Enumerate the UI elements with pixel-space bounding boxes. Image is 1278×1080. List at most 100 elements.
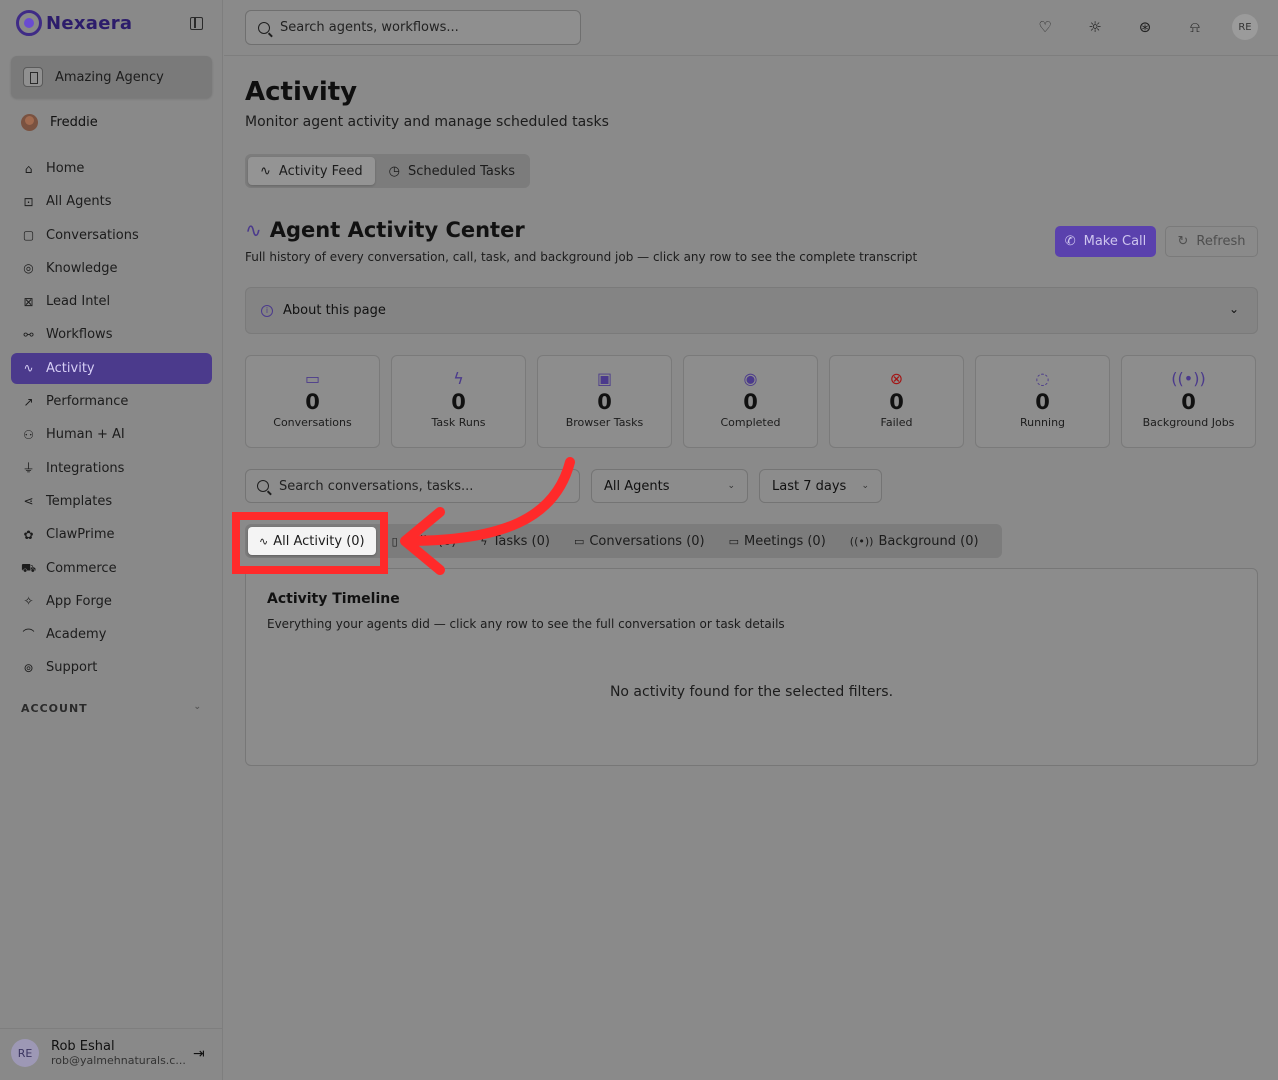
sidebar-item-human-ai[interactable]: ⚇ Human + AI	[11, 419, 212, 450]
tab-tasks[interactable]: ϟ Tasks (0)	[472, 527, 558, 555]
check-circle-icon: ◉	[743, 369, 758, 388]
sidebar-item-label: Workflows	[46, 327, 113, 343]
tab-icon: ▭	[573, 534, 585, 548]
sidebar-item-knowledge[interactable]: ◎ Knowledge	[11, 253, 212, 284]
sidebar-item-label: Support	[46, 660, 98, 676]
stat-card-background-jobs[interactable]: ((•)) 0 Background Jobs	[1121, 355, 1256, 448]
stat-value: 0	[597, 390, 612, 414]
section-subtitle: Full history of every conversation, call…	[245, 250, 918, 264]
sidebar-item-label: Commerce	[46, 560, 117, 576]
sidebar-item-label: Conversations	[46, 227, 139, 243]
timeline-title: Activity Timeline	[267, 591, 400, 607]
plug-icon: ⏚	[22, 461, 35, 476]
tab-conversations[interactable]: ▭ Conversations (0)	[566, 527, 713, 555]
sidebar-item-label: Performance	[46, 394, 129, 410]
date-range-value: Last 7 days	[772, 478, 847, 494]
trend-icon: ↗	[23, 394, 34, 409]
user-avatar	[21, 114, 38, 131]
stat-card-browser-tasks[interactable]: ▣ 0 Browser Tasks	[537, 355, 672, 448]
sidebar-item-label: All Agents	[46, 194, 112, 210]
graduation-icon: ⌒	[22, 627, 35, 642]
sidebar-item-label: App Forge	[46, 593, 112, 609]
about-page-accordion[interactable]: i About this page ⌄	[245, 287, 1258, 334]
logo-mark-icon	[16, 10, 42, 36]
stat-card-task-runs[interactable]: ϟ 0 Task Runs	[391, 355, 526, 448]
agent-filter-select[interactable]: All Agents ⌄	[591, 469, 748, 503]
page-subtitle: Monitor agent activity and manage schedu…	[245, 114, 609, 130]
bell-icon[interactable]: ⍾	[1182, 14, 1208, 40]
sidebar: Nexaera Amazing Agency Freddie ⌂ Home ⊡ All…	[0, 0, 223, 1080]
stat-card-running[interactable]: ◌ 0 Running	[975, 355, 1110, 448]
sidebar-footer-user[interactable]: RE Rob Eshal rob@yalmehnaturals.c... ⇥	[11, 1039, 211, 1067]
sun-icon[interactable]: ☼	[1082, 14, 1108, 40]
chevron-down-icon: ⌄	[1228, 302, 1239, 316]
stat-card-failed[interactable]: ⊗ 0 Failed	[829, 355, 964, 448]
lifebuoy-icon[interactable]: ⊛	[1132, 14, 1158, 40]
bot-icon: ⊡	[23, 194, 34, 209]
heart-icon[interactable]: ♡	[1032, 14, 1058, 40]
logout-icon[interactable]: ⇥	[193, 1046, 205, 1062]
sidebar-item-templates[interactable]: ⋖ Templates	[11, 486, 212, 517]
tab-scheduled-tasks-label: Scheduled Tasks	[408, 163, 515, 179]
tab-label: Meetings (0)	[744, 533, 826, 549]
sidebar-item-workflows[interactable]: ⚯ Workflows	[11, 319, 212, 350]
sidebar-item-support[interactable]: ⊚ Support	[11, 652, 212, 683]
activity-search-input[interactable]: Search conversations, tasks...	[245, 469, 580, 503]
stat-value: 0	[451, 390, 466, 414]
account-section-toggle[interactable]: ACCOUNT ⌄	[21, 702, 202, 715]
tab-scheduled-tasks[interactable]: ◷ Scheduled Tasks	[377, 157, 527, 185]
phone-icon: ✆	[1064, 234, 1076, 249]
page-title: Activity	[245, 77, 358, 107]
tab-background[interactable]: ((•)) Background (0)	[842, 527, 987, 555]
sidebar-item-home[interactable]: ⌂ Home	[11, 153, 212, 184]
cart-icon: ⛟	[20, 561, 37, 576]
stat-card-completed[interactable]: ◉ 0 Completed	[683, 355, 818, 448]
sidebar-item-label: Knowledge	[46, 260, 118, 276]
sidebar-item-conversations[interactable]: ▢ Conversations	[11, 220, 212, 251]
search-icon	[258, 21, 270, 34]
user-avatar-menu[interactable]: RE	[1232, 14, 1258, 40]
sidebar-item-lead-intel[interactable]: ⊠ Lead Intel	[11, 286, 212, 317]
sidebar-nav: ⌂ Home ⊡ All Agents ▢ Conversations ◎ Knowledge…	[11, 153, 212, 686]
make-call-button[interactable]: ✆ Make Call	[1055, 226, 1156, 257]
sidebar-item-integrations[interactable]: ⏚ Integrations	[11, 453, 212, 484]
sidebar-item-commerce[interactable]: ⛟ Commerce	[11, 553, 212, 584]
global-search-placeholder: Search agents, workflows...	[280, 20, 459, 35]
stat-card-conversations[interactable]: ▭ 0 Conversations	[245, 355, 380, 448]
refresh-button[interactable]: ↻ Refresh	[1165, 226, 1258, 257]
tab-label: Conversations (0)	[589, 533, 705, 549]
date-range-select[interactable]: Last 7 days ⌄	[759, 469, 882, 503]
section-title-text: Agent Activity Center	[269, 218, 525, 242]
building-icon	[23, 67, 43, 87]
tab-icon: ϟ	[480, 534, 488, 548]
sidebar-item-label: Academy	[46, 627, 107, 643]
clawprime-icon: ✿	[23, 527, 34, 542]
tab-meetings[interactable]: ▭ Meetings (0)	[721, 527, 834, 555]
sidebar-item-academy[interactable]: ⌒ Academy	[11, 619, 212, 650]
sidebar-item-label: Templates	[46, 493, 113, 509]
sidebar-collapse-icon[interactable]	[190, 17, 203, 30]
stat-label: Background Jobs	[1142, 416, 1235, 429]
current-user[interactable]: Freddie	[21, 114, 98, 131]
tab-activity-feed[interactable]: ∿ Activity Feed	[248, 157, 375, 185]
chevron-down-icon: ⌄	[193, 702, 202, 712]
activity-pulse-icon: ∿	[245, 218, 262, 242]
org-switcher[interactable]: Amazing Agency	[11, 56, 212, 98]
global-search-input[interactable]: Search agents, workflows...	[245, 10, 581, 45]
footer-user-email: rob@yalmehnaturals.c...	[51, 1054, 186, 1067]
sidebar-item-activity[interactable]: ∿ Activity	[11, 352, 212, 384]
sidebar-item-app-forge[interactable]: ✧ App Forge	[11, 586, 212, 617]
logo-text: Nexaera	[46, 12, 133, 34]
activity-icon: ∿	[23, 361, 34, 376]
app-logo[interactable]: Nexaera	[16, 10, 132, 36]
tab-icon: ▯	[391, 534, 398, 548]
stat-value: 0	[889, 390, 904, 414]
refresh-label: Refresh	[1196, 234, 1246, 249]
sidebar-item-all-agents[interactable]: ⊡ All Agents	[11, 186, 212, 217]
activity-icon: ∿	[260, 163, 271, 179]
footer-user-name: Rob Eshal	[51, 1039, 115, 1054]
tab-calls[interactable]: ▯ Calls (0)	[384, 527, 465, 555]
sidebar-item-clawprime[interactable]: ✿ ClawPrime	[11, 519, 212, 550]
stats-row: ▭ 0 Conversations ϟ 0 Task Runs ▣ 0 Browser Task…	[245, 355, 1256, 448]
sidebar-item-performance[interactable]: ↗ Performance	[11, 386, 212, 417]
